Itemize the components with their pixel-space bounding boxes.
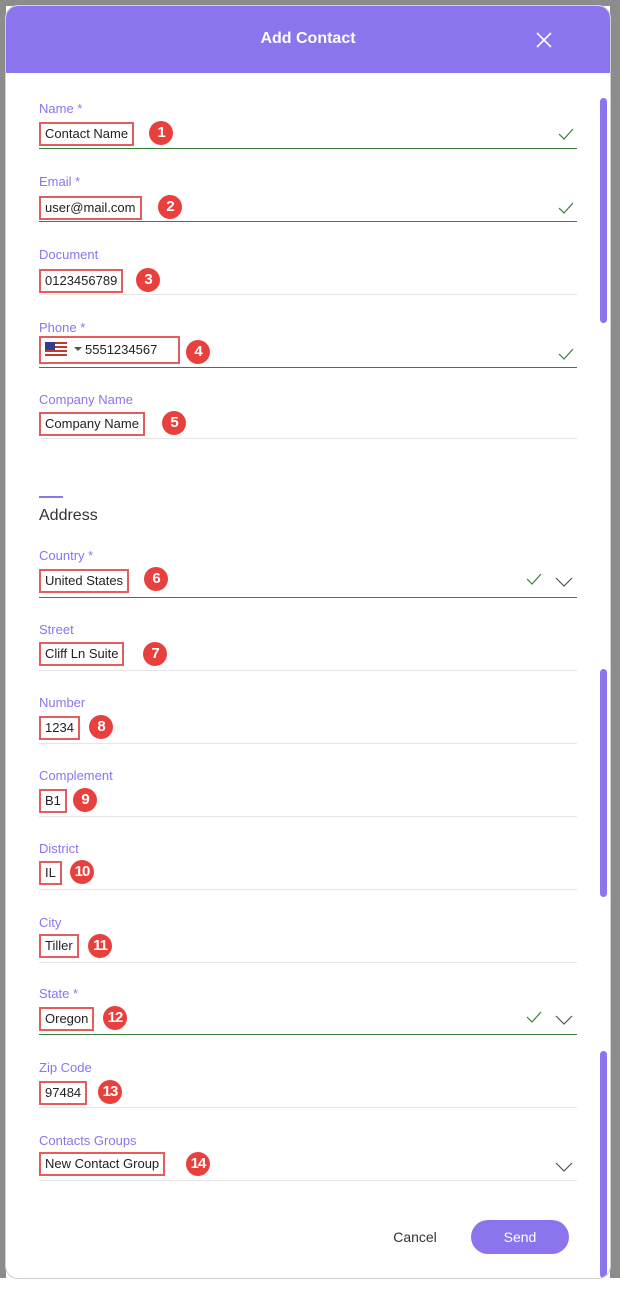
send-button[interactable]: Send xyxy=(471,1220,569,1254)
street-underline xyxy=(39,670,577,671)
check-icon xyxy=(526,573,542,585)
cancel-button[interactable]: Cancel xyxy=(378,1220,452,1254)
contacts-groups-underline xyxy=(39,1180,577,1181)
name-underline xyxy=(39,148,577,149)
annotation-badge-13: 13 xyxy=(98,1080,122,1104)
district-field[interactable]: District IL 10 xyxy=(39,841,577,891)
email-underline xyxy=(39,221,577,222)
phone-underline xyxy=(39,367,577,368)
city-underline xyxy=(39,962,577,963)
zip-code-label: Zip Code xyxy=(39,1060,92,1075)
number-field[interactable]: Number 1234 8 xyxy=(39,695,577,745)
address-section-title: Address xyxy=(39,507,98,524)
scrollbar-thumb-bottom[interactable] xyxy=(600,1051,607,1278)
city-input[interactable]: Tiller xyxy=(39,934,79,958)
annotation-badge-12: 12 xyxy=(103,1006,127,1030)
annotation-badge-3: 3 xyxy=(136,268,160,292)
document-input[interactable]: 0123456789 xyxy=(39,269,124,293)
city-label: City xyxy=(39,915,62,930)
street-input[interactable]: Cliff Ln Suite xyxy=(39,642,125,666)
window-frame-right xyxy=(610,0,620,1280)
phone-field[interactable]: Phone * 5551234567 4 xyxy=(39,320,577,370)
country-underline xyxy=(39,597,577,598)
country-field[interactable]: Country * United States 6 xyxy=(39,548,577,600)
annotation-badge-5: 5 xyxy=(162,411,186,435)
close-button[interactable] xyxy=(532,28,556,52)
annotation-badge-8: 8 xyxy=(89,715,113,739)
document-underline xyxy=(39,294,577,295)
name-label: Name * xyxy=(39,101,83,116)
number-input[interactable]: 1234 xyxy=(39,716,80,740)
chevron-down-icon[interactable] xyxy=(554,1014,574,1026)
name-field[interactable]: Name * Contact Name 1 xyxy=(39,101,577,151)
complement-underline xyxy=(39,816,577,817)
contacts-groups-select[interactable]: New Contact Group xyxy=(39,1152,166,1176)
annotation-badge-14: 14 xyxy=(186,1152,210,1176)
check-icon xyxy=(558,202,574,214)
caret-down-icon xyxy=(74,347,82,351)
annotation-badge-11: 11 xyxy=(88,934,112,958)
name-input[interactable]: Contact Name xyxy=(39,122,135,146)
close-icon xyxy=(536,32,552,48)
window-frame-bottom xyxy=(0,1278,620,1289)
annotation-badge-6: 6 xyxy=(144,567,168,591)
company-name-label: Company Name xyxy=(39,392,133,407)
phone-number: 5551234567 xyxy=(85,342,158,357)
district-input[interactable]: IL xyxy=(39,861,62,885)
annotation-badge-10: 10 xyxy=(70,860,94,884)
zip-code-field[interactable]: Zip Code 97484 13 xyxy=(39,1060,577,1110)
scrollbar-thumb-top[interactable] xyxy=(600,98,607,323)
state-select[interactable]: Oregon xyxy=(39,1007,95,1031)
complement-field[interactable]: Complement B1 9 xyxy=(39,768,577,818)
district-underline xyxy=(39,889,577,890)
check-icon xyxy=(558,128,574,140)
contacts-groups-field[interactable]: Contacts Groups New Contact Group 14 xyxy=(39,1133,577,1183)
annotation-badge-7: 7 xyxy=(143,642,167,666)
scrollbar-thumb-middle[interactable] xyxy=(600,669,607,897)
modal-title: Add Contact xyxy=(260,30,356,47)
street-label: Street xyxy=(39,622,74,637)
us-flag-icon xyxy=(45,342,67,356)
zip-code-underline xyxy=(39,1107,577,1108)
annotation-badge-2: 2 xyxy=(158,195,182,219)
annotation-badge-1: 1 xyxy=(149,121,173,145)
check-icon xyxy=(558,348,574,360)
company-name-input[interactable]: Company Name xyxy=(39,412,145,436)
state-label: State * xyxy=(39,986,79,1001)
complement-label: Complement xyxy=(39,768,113,783)
email-field[interactable]: Email * user@mail.com 2 xyxy=(39,174,577,224)
state-field[interactable]: State * Oregon 12 xyxy=(39,986,577,1038)
add-contact-modal: Add Contact Name * Contact Name 1 Email … xyxy=(6,6,610,1278)
street-field[interactable]: Street Cliff Ln Suite 7 xyxy=(39,622,577,672)
country-code-select[interactable] xyxy=(45,342,84,356)
document-label: Document xyxy=(39,247,99,262)
district-label: District xyxy=(39,841,79,856)
zip-code-input[interactable]: 97484 xyxy=(39,1081,88,1105)
annotation-badge-4: 4 xyxy=(186,340,210,364)
state-underline xyxy=(39,1034,577,1035)
number-underline xyxy=(39,743,577,744)
annotation-badge-9: 9 xyxy=(73,788,97,812)
modal-header: Add Contact xyxy=(6,6,610,73)
document-field[interactable]: Document 0123456789 3 xyxy=(39,247,577,297)
number-label: Number xyxy=(39,695,86,710)
contacts-groups-label: Contacts Groups xyxy=(39,1133,137,1148)
city-field[interactable]: City Tiller 11 xyxy=(39,915,577,965)
country-select[interactable]: United States xyxy=(39,569,130,593)
country-label: Country * xyxy=(39,548,94,563)
email-input[interactable]: user@mail.com xyxy=(39,196,142,220)
phone-label: Phone * xyxy=(39,320,86,335)
complement-input[interactable]: B1 xyxy=(39,789,67,813)
company-name-field[interactable]: Company Name Company Name 5 xyxy=(39,392,577,442)
company-name-underline xyxy=(39,438,577,439)
chevron-down-icon[interactable] xyxy=(554,576,574,588)
section-divider xyxy=(39,496,63,498)
email-label: Email * xyxy=(39,174,81,189)
check-icon xyxy=(526,1011,542,1023)
chevron-down-icon[interactable] xyxy=(554,1161,574,1173)
